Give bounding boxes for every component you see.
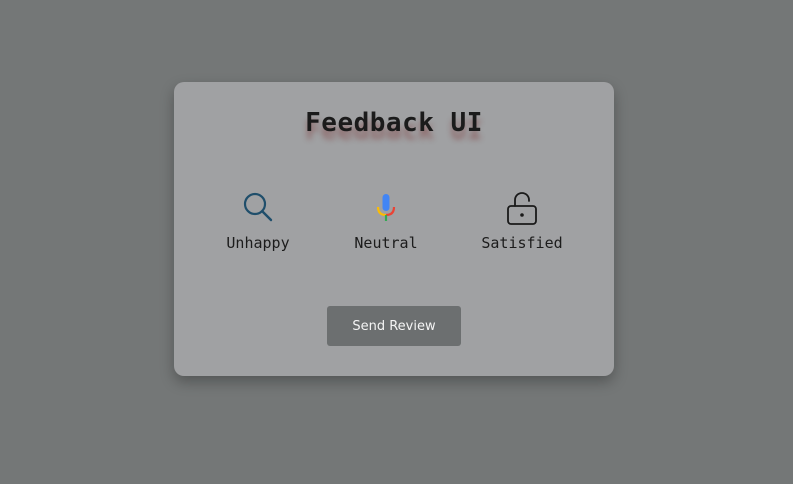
- rating-label-unhappy: Unhappy: [226, 234, 290, 252]
- unlock-icon: [504, 190, 540, 226]
- rating-label-neutral: Neutral: [354, 234, 418, 252]
- search-icon: [240, 190, 276, 226]
- send-review-button[interactable]: Send Review: [327, 306, 461, 346]
- feedback-card: Feedback UI Unhappy Neutral Satisfied Se…: [174, 82, 614, 376]
- page-title: Feedback UI: [305, 108, 483, 138]
- rating-option-unhappy[interactable]: Unhappy: [203, 190, 313, 252]
- rating-label-satisfied: Satisfied: [481, 234, 563, 252]
- microphone-icon: [368, 190, 404, 226]
- rating-option-neutral[interactable]: Neutral: [331, 190, 441, 252]
- rating-option-satisfied[interactable]: Satisfied: [467, 190, 577, 252]
